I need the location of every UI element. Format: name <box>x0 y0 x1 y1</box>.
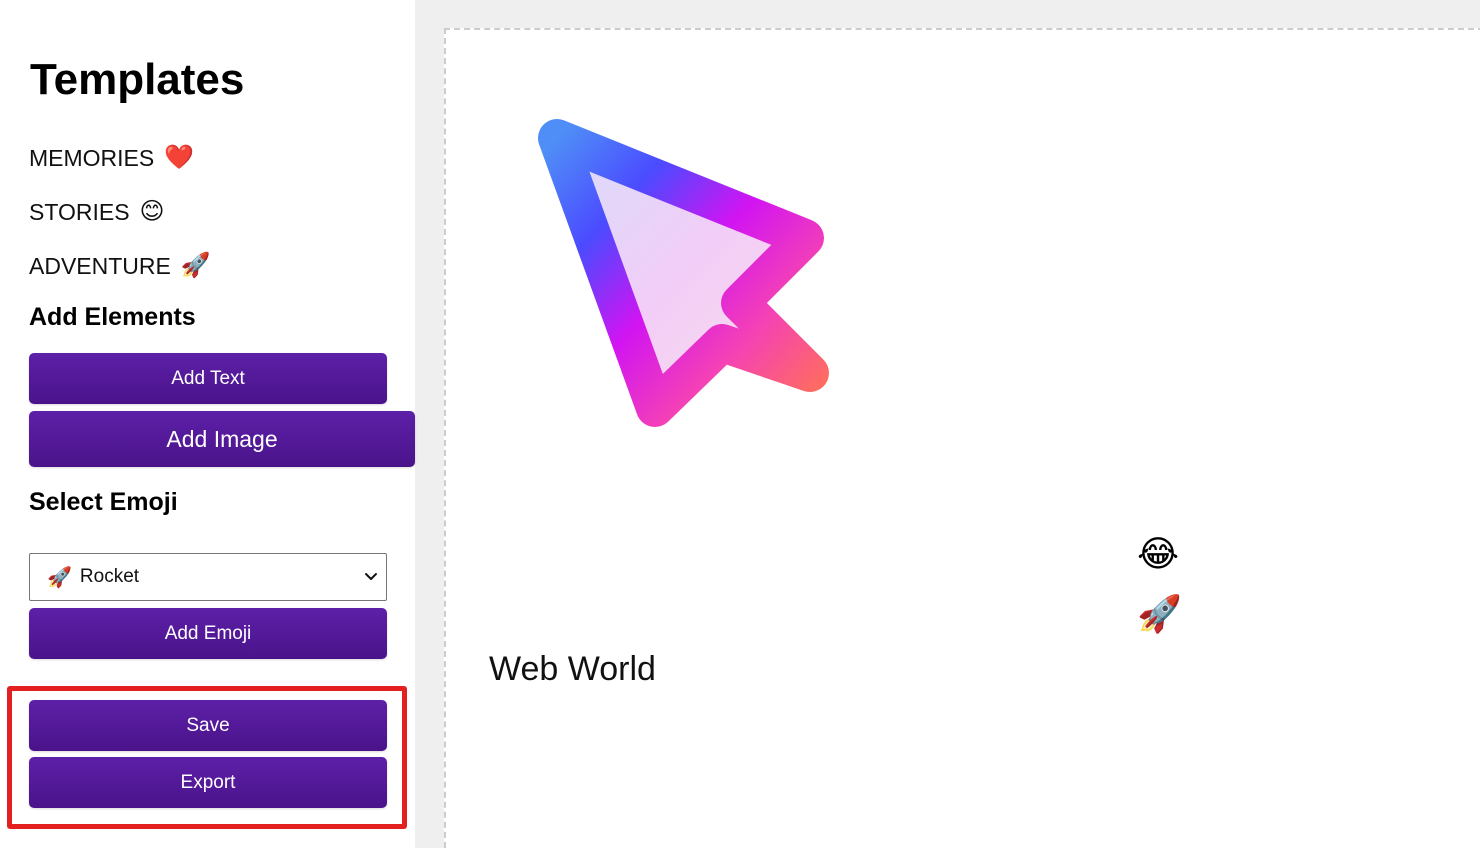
template-label: ADVENTURE <box>29 253 171 279</box>
rocket-icon[interactable]: 🚀 <box>1137 594 1182 634</box>
sidebar: Templates MEMORIES ❤️ STORIES 😊 ADVENTUR… <box>0 0 415 848</box>
rocket-icon: 🚀 <box>180 252 211 279</box>
app-window: Templates MEMORIES ❤️ STORIES 😊 ADVENTUR… <box>0 0 1480 848</box>
emoji-select-value: Rocket <box>79 566 140 587</box>
save-button[interactable]: Save <box>29 700 387 751</box>
rocket-icon: 🚀 <box>47 566 72 589</box>
template-item-adventure[interactable]: ADVENTURE 🚀 <box>29 252 211 280</box>
emoji-select[interactable]: 🚀 Rocket <box>29 553 387 601</box>
template-label: STORIES <box>29 199 130 225</box>
export-button[interactable]: Export <box>29 757 387 808</box>
add-text-button[interactable]: Add Text <box>29 353 387 404</box>
sidebar-title: Templates <box>30 55 245 104</box>
chevron-down-icon <box>365 573 377 580</box>
add-emoji-button[interactable]: Add Emoji <box>29 608 387 659</box>
laughing-face-icon[interactable]: 😂 <box>1137 534 1179 574</box>
template-item-memories[interactable]: MEMORIES ❤️ <box>29 144 194 172</box>
cursor-arrow-icon[interactable] <box>515 98 867 450</box>
smiling-face-icon: 😊 <box>139 198 165 225</box>
canvas-text-element[interactable]: Web World <box>489 649 656 689</box>
template-item-stories[interactable]: STORIES 😊 <box>29 198 165 226</box>
add-elements-heading: Add Elements <box>29 303 196 331</box>
template-label: MEMORIES <box>29 145 155 171</box>
add-image-button[interactable]: Add Image <box>29 411 415 467</box>
heart-icon: ❤️ <box>164 144 195 171</box>
select-emoji-heading: Select Emoji <box>29 488 178 516</box>
